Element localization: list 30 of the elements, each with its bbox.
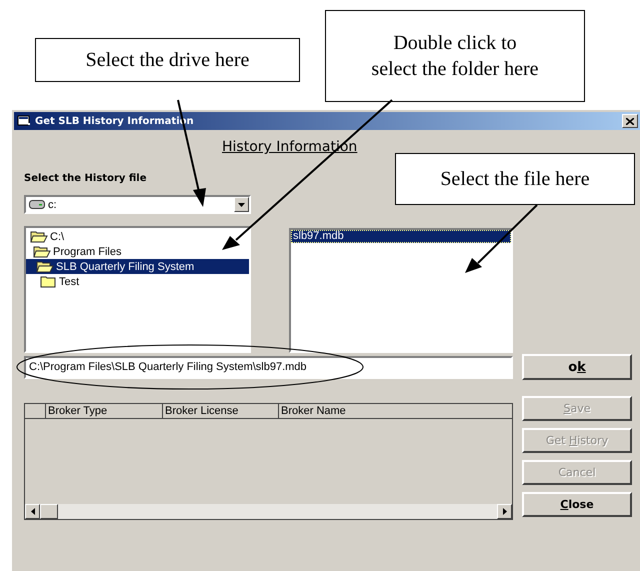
dropdown-arrow-button[interactable]: [234, 197, 249, 212]
caret-icon: [238, 202, 245, 206]
scroll-left-button[interactable]: [25, 504, 40, 519]
drive-icon: [29, 200, 45, 209]
folder-item[interactable]: Test: [26, 274, 249, 289]
scroll-thumb[interactable]: [40, 504, 58, 519]
close-icon: [626, 118, 634, 124]
folder-item[interactable]: Program Files: [26, 244, 249, 259]
close-button[interactable]: [622, 114, 638, 128]
path-field[interactable]: C:\Program Files\SLB Quarterly Filing System\slb97.mdb: [24, 356, 513, 378]
file-item[interactable]: slb97.mdb: [291, 230, 511, 243]
left-arrow-icon: [30, 508, 34, 515]
ok-button[interactable]: ok: [522, 354, 632, 380]
scroll-right-button[interactable]: [497, 504, 512, 519]
folder-item[interactable]: SLB Quarterly Filing System: [26, 259, 249, 274]
folder-item[interactable]: C:\: [26, 229, 249, 244]
right-arrow-icon: [502, 508, 506, 515]
file-list[interactable]: slb97.mdb: [289, 228, 513, 353]
horizontal-scrollbar[interactable]: [25, 504, 512, 519]
column-header[interactable]: Broker Name: [279, 404, 512, 418]
folder-list[interactable]: C:\ Program Files SLB Quarterly Filing System Test: [24, 226, 251, 353]
callout: Select the file here: [395, 153, 635, 205]
callout: Double click to select the folder here: [325, 10, 585, 102]
drive-dropdown[interactable]: c:: [24, 195, 251, 214]
window-icon: [17, 115, 31, 127]
column-header[interactable]: Broker Type: [46, 404, 163, 418]
field-label: Select the History file: [24, 173, 148, 184]
dialog-button[interactable]: Close: [522, 492, 632, 517]
column-header[interactable]: Broker License: [163, 404, 279, 418]
callout: Select the drive here: [35, 38, 300, 82]
